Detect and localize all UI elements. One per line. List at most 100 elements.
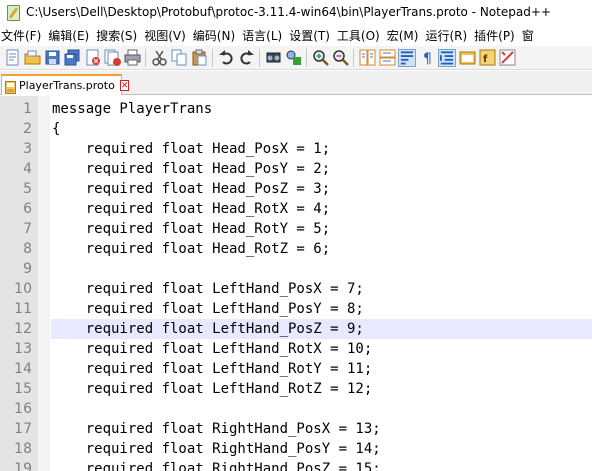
- toolbar-separator: [212, 48, 213, 67]
- new-file-icon[interactable]: [3, 49, 21, 67]
- code-text[interactable]: required float LeftHand_PosX = 7;: [52, 279, 364, 299]
- folder-workspace-icon[interactable]: [458, 49, 476, 67]
- editor-line[interactable]: 16: [0, 399, 592, 419]
- zoom-in-icon[interactable]: [311, 49, 329, 67]
- tab-playertrans-proto[interactable]: PlayerTrans.proto ✕: [1, 74, 130, 95]
- code-text[interactable]: required float Head_RotX = 4;: [52, 199, 330, 219]
- code-text[interactable]: message PlayerTrans: [52, 99, 212, 119]
- line-number: 19: [14, 461, 32, 471]
- code-text[interactable]: required float Head_PosX = 1;: [52, 139, 330, 159]
- line-number: 17: [14, 421, 32, 437]
- line-number: 12: [14, 321, 32, 337]
- editor-line[interactable]: 7 required float Head_RotY = 5;: [0, 219, 592, 239]
- line-number: 18: [14, 441, 32, 457]
- editor-line[interactable]: 17 required float RightHand_PosX = 13;: [0, 419, 592, 439]
- zoom-out-icon[interactable]: [331, 49, 349, 67]
- title-bar[interactable]: C:\Users\Dell\Desktop\Protobuf\protoc-3.…: [0, 0, 592, 24]
- menu-item[interactable]: 编辑(E): [47, 27, 94, 44]
- saved-file-icon: [5, 79, 16, 94]
- editor-line[interactable]: 18 required float RightHand_PosY = 14;: [0, 439, 592, 459]
- function-list-icon[interactable]: f: [478, 49, 496, 67]
- close-icon[interactable]: ✕: [119, 80, 130, 91]
- code-text[interactable]: required float Head_RotY = 5;: [52, 219, 330, 239]
- editor-line[interactable]: 2{: [0, 119, 592, 139]
- editor-line[interactable]: 3 required float Head_PosX = 1;: [0, 139, 592, 159]
- line-number: 2: [23, 121, 32, 137]
- line-number: 5: [23, 181, 32, 197]
- editor-line[interactable]: 4 required float Head_PosY = 2;: [0, 159, 592, 179]
- editor-line[interactable]: 1 message PlayerTrans: [0, 99, 592, 119]
- close-all-icon[interactable]: [103, 49, 121, 67]
- sync-vertical-icon[interactable]: [358, 49, 376, 67]
- editor-line[interactable]: 10 required float LeftHand_PosX = 7;: [0, 279, 592, 299]
- editor-line[interactable]: 6 required float Head_RotX = 4;: [0, 199, 592, 219]
- menu-item[interactable]: 插件(P): [473, 27, 520, 44]
- menu-item[interactable]: 设置(T): [288, 27, 335, 44]
- code-text[interactable]: required float RightHand_PosX = 13;: [52, 419, 381, 439]
- undo-icon[interactable]: [217, 49, 235, 67]
- editor-line[interactable]: 8 required float Head_RotZ = 6;: [0, 239, 592, 259]
- editor-line[interactable]: 13 required float LeftHand_RotX = 10;: [0, 339, 592, 359]
- editor-line[interactable]: 5 required float Head_PosZ = 3;: [0, 179, 592, 199]
- line-number: 11: [14, 301, 32, 317]
- close-icon[interactable]: [83, 49, 101, 67]
- line-number: 3: [23, 141, 32, 157]
- line-number: 10: [14, 281, 32, 297]
- code-text[interactable]: required float LeftHand_PosZ = 9;: [52, 319, 364, 339]
- window-title: C:\Users\Dell\Desktop\Protobuf\protoc-3.…: [26, 5, 551, 19]
- menu-item[interactable]: 搜索(S): [95, 27, 142, 44]
- line-highlight: [51, 259, 592, 279]
- editor-line[interactable]: 9: [0, 259, 592, 279]
- menu-item[interactable]: 工具(O): [336, 27, 385, 44]
- line-number: 7: [23, 221, 32, 237]
- code-text[interactable]: required float RightHand_PosY = 14;: [52, 439, 381, 459]
- code-text[interactable]: {: [52, 119, 60, 139]
- toolbar-separator: [353, 48, 354, 67]
- toolbar: ¶ f: [0, 46, 592, 70]
- code-text[interactable]: required float Head_PosY = 2;: [52, 159, 330, 179]
- cut-icon[interactable]: [150, 49, 168, 67]
- code-text[interactable]: required float RightHand_PosZ = 15;: [52, 459, 381, 471]
- menu-item[interactable]: 文件(F): [0, 27, 46, 44]
- editor-line[interactable]: 19 required float RightHand_PosZ = 15;: [0, 459, 592, 471]
- open-file-icon[interactable]: [23, 49, 41, 67]
- save-icon[interactable]: [43, 49, 61, 67]
- macro-record-icon[interactable]: [498, 49, 516, 67]
- line-number: 13: [14, 341, 32, 357]
- code-text[interactable]: required float LeftHand_RotY = 11;: [52, 359, 373, 379]
- code-text[interactable]: required float LeftHand_PosY = 8;: [52, 299, 364, 319]
- menu-item[interactable]: 视图(V): [143, 27, 191, 44]
- editor-line[interactable]: 11 required float LeftHand_PosY = 8;: [0, 299, 592, 319]
- indent-guide-icon[interactable]: [438, 48, 456, 67]
- show-all-characters-icon[interactable]: ¶: [418, 49, 436, 67]
- line-number: 15: [14, 381, 32, 397]
- paste-icon[interactable]: [190, 49, 208, 67]
- code-text[interactable]: required float Head_RotZ = 6;: [52, 239, 330, 259]
- editor[interactable]: 1 message PlayerTrans 2{3 required float H…: [0, 96, 592, 471]
- word-wrap-icon[interactable]: [398, 48, 416, 67]
- code-text[interactable]: required float LeftHand_RotX = 10;: [52, 339, 373, 359]
- editor-line[interactable]: 15 required float LeftHand_RotZ = 12;: [0, 379, 592, 399]
- sync-horizontal-icon[interactable]: [378, 49, 396, 67]
- redo-icon[interactable]: [237, 49, 255, 67]
- editor-line[interactable]: 14 required float LeftHand_RotY = 11;: [0, 359, 592, 379]
- line-highlight: [51, 399, 592, 419]
- menu-item[interactable]: 运行(R): [424, 27, 472, 44]
- menu-item[interactable]: 编码(N): [192, 27, 240, 44]
- copy-icon[interactable]: [170, 49, 188, 67]
- code-text[interactable]: required float LeftHand_RotZ = 12;: [52, 379, 373, 399]
- print-icon[interactable]: [123, 49, 141, 67]
- line-number: 6: [23, 201, 32, 217]
- menu-item[interactable]: 语言(L): [241, 27, 287, 44]
- line-number: 14: [14, 361, 32, 377]
- editor-line[interactable]: 12 required float LeftHand_PosZ = 9;: [0, 319, 592, 339]
- toolbar-separator: [259, 48, 260, 67]
- line-highlight: [51, 119, 592, 139]
- save-all-icon[interactable]: [63, 49, 81, 67]
- replace-icon[interactable]: [284, 49, 302, 67]
- code-text[interactable]: required float Head_PosZ = 3;: [52, 179, 330, 199]
- menu-item[interactable]: 窗: [521, 27, 539, 44]
- find-icon[interactable]: [264, 49, 282, 67]
- tab-label: PlayerTrans.proto: [19, 79, 115, 92]
- menu-item[interactable]: 宏(M): [386, 27, 424, 44]
